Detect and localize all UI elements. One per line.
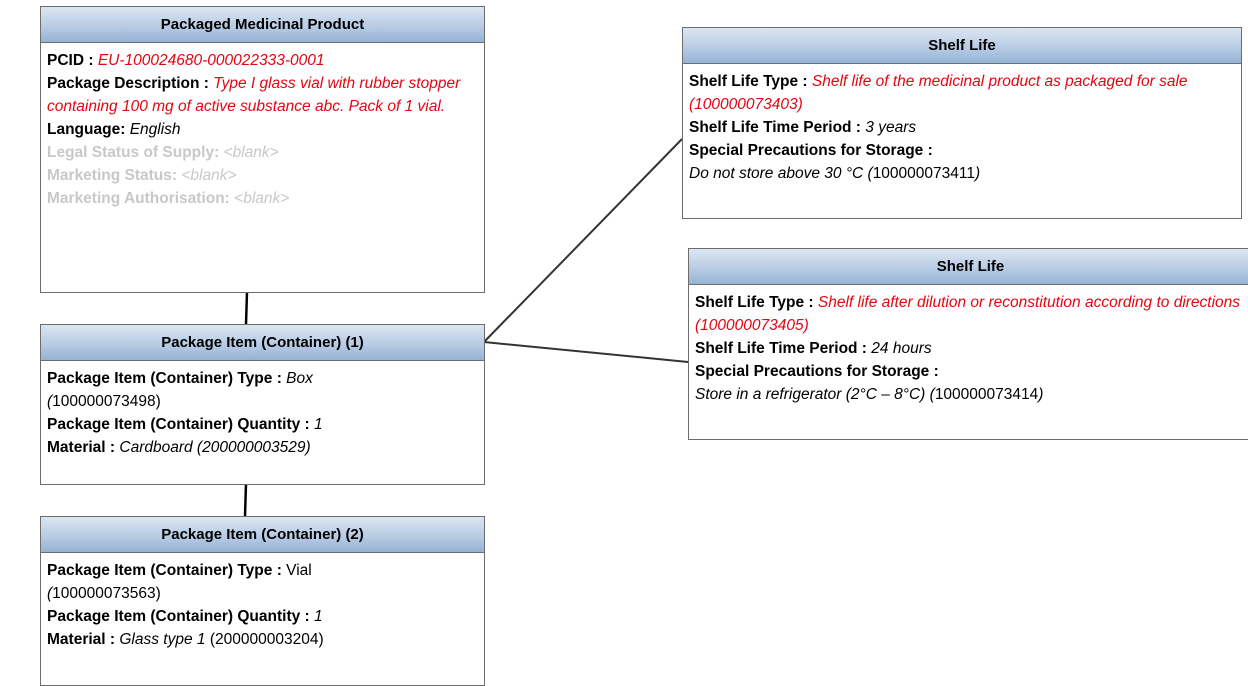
shelf2-storage-value: Store in a refrigerator (2°C – 8°C) ( [695, 386, 935, 403]
item1-type-code-row: (100000073498) [47, 390, 480, 413]
connector-item1-to-shelf2 [483, 341, 689, 363]
shelf1-storage-label-row: Special Precautions for Storage : [689, 139, 1237, 162]
item1-type-code: 100000073498) [52, 393, 161, 410]
packaged-medicinal-product-box: Packaged Medicinal Product PCID : EU-100… [40, 6, 485, 293]
marketing-authorisation-label: Marketing Authorisation: [47, 190, 230, 207]
item2-type-value: Vial [286, 562, 312, 579]
shelf-life-2-header: Shelf Life [689, 249, 1248, 285]
shelf2-storage-close: ) [1038, 386, 1044, 403]
language-row: Language: English [47, 118, 480, 141]
shelf-life-2-body: Shelf Life Type : Shelf life after dilut… [689, 285, 1248, 410]
packaged-product-header: Packaged Medicinal Product [41, 7, 484, 43]
package-item-1-box: Package Item (Container) (1) Package Ite… [40, 324, 485, 485]
package-description-label: Package Description : [47, 75, 209, 92]
shelf2-storage-value-row: Store in a refrigerator (2°C – 8°C) (100… [695, 383, 1248, 406]
item2-material-row: Material : Glass type 1 (200000003204) [47, 628, 480, 651]
shelf1-period-value: 3 years [865, 119, 917, 136]
shelf1-type-row: Shelf Life Type : Shelf life of the medi… [689, 70, 1237, 116]
shelf1-period-row: Shelf Life Time Period : 3 years [689, 116, 1237, 139]
package-item-1-body: Package Item (Container) Type : Box (100… [41, 361, 484, 463]
shelf2-storage-label-row: Special Precautions for Storage : [695, 360, 1248, 383]
item1-type-row: Package Item (Container) Type : Box [47, 367, 480, 390]
pcid-value: EU-100024680-000022333-0001 [97, 52, 325, 69]
language-value: English [129, 121, 181, 138]
item2-type-code: 100000073563) [52, 585, 161, 602]
shelf1-storage-value-row: Do not store above 30 °C (100000073411) [689, 162, 1237, 185]
marketing-status-row: Marketing Status: <blank> [47, 164, 480, 187]
shelf1-storage-value: Do not store above 30 °C ( [689, 165, 873, 182]
connector-product-to-item1 [244, 291, 249, 325]
item2-material-code: (200000003204) [209, 631, 324, 648]
item1-material-value: Cardboard (200000003529) [119, 439, 311, 456]
packaged-product-body: PCID : EU-100024680-000022333-0001 Packa… [41, 43, 484, 214]
package-item-1-header: Package Item (Container) (1) [41, 325, 484, 361]
item1-quantity-row: Package Item (Container) Quantity : 1 [47, 413, 480, 436]
shelf1-type-label: Shelf Life Type : [689, 73, 808, 90]
legal-status-row: Legal Status of Supply: <blank> [47, 141, 480, 164]
item1-quantity-value: 1 [314, 416, 323, 433]
item1-material-row: Material : Cardboard (200000003529) [47, 436, 480, 459]
shelf2-type-label: Shelf Life Type : [695, 294, 814, 311]
pcid-label: PCID : [47, 52, 94, 69]
package-item-2-box: Package Item (Container) (2) Package Ite… [40, 516, 485, 686]
item2-type-row: Package Item (Container) Type : Vial [47, 559, 480, 582]
shelf2-period-label: Shelf Life Time Period : [695, 340, 867, 357]
package-item-2-header: Package Item (Container) (2) [41, 517, 484, 553]
marketing-status-label: Marketing Status: [47, 167, 178, 184]
item2-type-label: Package Item (Container) Type : [47, 562, 282, 579]
item1-material-label: Material : [47, 439, 116, 456]
shelf1-storage-code: 100000073411 [872, 165, 975, 182]
package-item-2-body: Package Item (Container) Type : Vial (10… [41, 553, 484, 655]
shelf2-storage-code: 100000073414 [934, 386, 1039, 403]
item2-type-code-row: (100000073563) [47, 582, 480, 605]
item2-quantity-label: Package Item (Container) Quantity : [47, 608, 310, 625]
item1-type-label: Package Item (Container) Type : [47, 370, 282, 387]
pcid-row: PCID : EU-100024680-000022333-0001 [47, 49, 480, 72]
package-description-row: Package Description : Type I glass vial … [47, 72, 480, 118]
shelf2-type-row: Shelf Life Type : Shelf life after dilut… [695, 291, 1248, 337]
connector-item1-to-item2 [243, 483, 248, 517]
marketing-authorisation-row: Marketing Authorisation: <blank> [47, 187, 480, 210]
language-label: Language: [47, 121, 126, 138]
item2-quantity-value: 1 [314, 608, 323, 625]
legal-status-value: <blank> [223, 144, 279, 161]
shelf-life-1-body: Shelf Life Type : Shelf life of the medi… [683, 64, 1241, 189]
shelf2-period-value: 24 hours [871, 340, 932, 357]
shelf-life-1-header: Shelf Life [683, 28, 1241, 64]
item2-quantity-row: Package Item (Container) Quantity : 1 [47, 605, 480, 628]
legal-status-label: Legal Status of Supply: [47, 144, 220, 161]
shelf2-storage-label: Special Precautions for Storage : [695, 363, 939, 380]
item1-type-value: Box [286, 370, 313, 387]
shelf1-storage-close: ) [974, 165, 981, 182]
shelf1-period-label: Shelf Life Time Period : [689, 119, 861, 136]
item2-material-label: Material : [47, 631, 116, 648]
shelf-life-1-box: Shelf Life Shelf Life Type : Shelf life … [682, 27, 1242, 219]
shelf1-storage-label: Special Precautions for Storage : [689, 142, 933, 159]
marketing-authorisation-value: <blank> [234, 190, 290, 207]
item1-quantity-label: Package Item (Container) Quantity : [47, 416, 310, 433]
shelf-life-2-box: Shelf Life Shelf Life Type : Shelf life … [688, 248, 1248, 440]
marketing-status-value: <blank> [181, 167, 237, 184]
shelf2-period-row: Shelf Life Time Period : 24 hours [695, 337, 1248, 360]
item2-material-value: Glass type 1 [119, 631, 206, 648]
connector-item1-to-shelf1 [483, 138, 683, 343]
